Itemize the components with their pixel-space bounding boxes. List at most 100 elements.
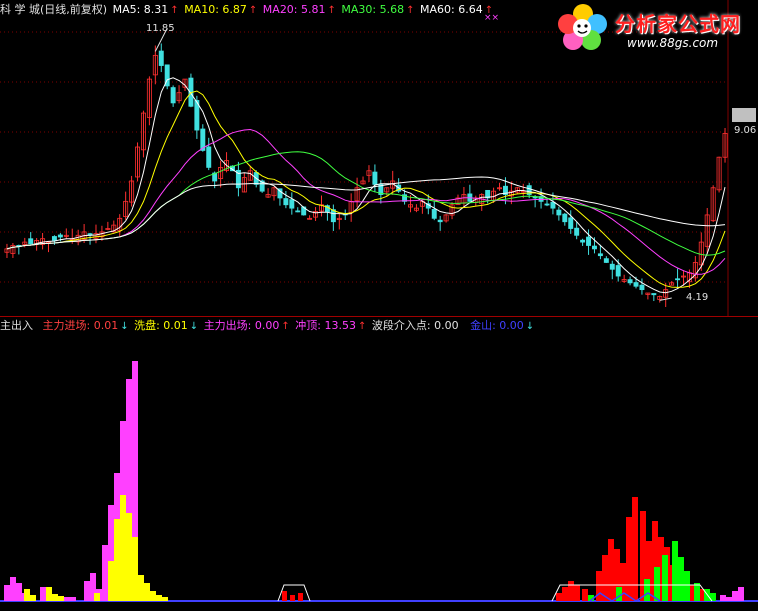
site-logo[interactable]: 分析家公式网 www.88gs.com <box>555 2 755 54</box>
xp-bar <box>126 513 132 601</box>
candle <box>586 236 592 246</box>
logo-url: www.88gs.com <box>627 36 719 50</box>
zljc-label: 主力进场: 0.01 <box>42 319 119 332</box>
cd-arrow-icon: ↑ <box>357 321 367 332</box>
candle <box>158 50 164 66</box>
ma20-line <box>6 128 726 275</box>
candle <box>372 171 378 185</box>
ma10-arrow-icon: ↑ <box>248 5 258 16</box>
cd-bar <box>282 591 287 601</box>
zljc-bar <box>726 597 732 601</box>
cd-bar <box>290 595 295 601</box>
stock-title: 科 学 城(日线,前复权) <box>0 3 108 16</box>
xp-bar <box>24 589 30 601</box>
cd-bar <box>298 593 303 601</box>
xp-bar <box>144 583 150 601</box>
candle <box>206 146 212 168</box>
ma5-line <box>6 77 726 294</box>
green-bar <box>662 555 668 601</box>
xp-bar <box>52 594 58 601</box>
js-arrow-icon: ↓ <box>525 321 535 332</box>
candle <box>597 253 603 257</box>
main-header: 科 学 城(日线,前复权) MA5: 8.31 ↑ MA10: 6.87 ↑ MA2… <box>0 2 495 18</box>
sub-header: 主出入 主力进场: 0.01 ↓ 洗盘: 0.01 ↓ 主力出场: 0.00 ↑ 冲顶… <box>0 318 536 334</box>
xp-bar <box>132 537 138 601</box>
candle <box>675 278 681 281</box>
xp-bar <box>114 519 120 601</box>
candle <box>51 236 57 241</box>
ma30-line <box>6 151 726 256</box>
candle <box>295 210 301 213</box>
candle <box>609 263 615 270</box>
xp-bar <box>94 593 100 601</box>
logo-title: 分析家公式网 <box>615 12 741 36</box>
candle <box>289 199 295 209</box>
indicator-chart <box>0 361 758 602</box>
zlcc-label: 主力出场: 0.00 <box>203 319 280 332</box>
zljc-bar <box>16 583 22 601</box>
last-price-label: 9.06 <box>734 125 757 136</box>
green-bar <box>672 541 678 601</box>
candle <box>28 238 34 245</box>
zljc-bar <box>10 577 16 601</box>
high-price-label: 11.85 <box>146 23 175 34</box>
xp-bar <box>120 495 126 601</box>
cd-bar <box>562 587 568 601</box>
xp-bar <box>108 561 114 601</box>
zlcc-arrow-icon: ↑ <box>281 321 290 332</box>
cd-bar <box>556 593 562 601</box>
low-price-label: 4.19 <box>686 292 709 303</box>
cd-bar <box>568 581 574 601</box>
candle <box>633 282 639 287</box>
candle <box>615 265 621 277</box>
zljc-bar <box>4 585 10 601</box>
ma20-label: MA20: 5.81 <box>262 3 326 16</box>
ma30-label: MA30: 5.68 <box>341 3 405 16</box>
xp-bar <box>46 587 52 601</box>
xp-bar <box>30 595 36 601</box>
zljc-bar <box>84 581 90 601</box>
ma10-label: MA10: 6.87 <box>184 3 247 16</box>
flower-logo-icon <box>558 4 607 50</box>
signal-marker: ×× <box>484 13 500 23</box>
zljc-bar <box>732 591 738 601</box>
cd-bar <box>596 571 602 601</box>
xp-bar <box>162 597 168 601</box>
xp-arrow-icon: ↓ <box>189 321 199 332</box>
candle <box>437 219 443 223</box>
zljc-bar <box>40 587 46 601</box>
candle <box>57 234 63 238</box>
zljc-bar <box>720 595 726 601</box>
cd-bar <box>608 539 614 601</box>
candle <box>283 198 289 206</box>
cd-label: 冲顶: 13.53 <box>295 319 356 332</box>
green-bar <box>684 571 690 601</box>
indicator-panel[interactable] <box>0 317 758 608</box>
ma60-label: MA60: 6.64 <box>420 3 483 16</box>
candle <box>580 239 586 243</box>
candle <box>568 217 574 229</box>
candle <box>627 279 633 284</box>
zljc-bar <box>64 597 70 601</box>
last-price-tag <box>732 108 756 122</box>
ma60-line <box>6 176 726 250</box>
candle <box>574 227 580 236</box>
ma20-arrow-icon: ↑ <box>327 5 336 16</box>
green-bar <box>644 579 650 601</box>
cd-bar <box>574 585 580 601</box>
ma5-label: MA5: 8.31 <box>112 3 169 16</box>
green-bar <box>654 567 660 601</box>
candle <box>550 201 556 209</box>
candle <box>544 203 550 206</box>
cd-bar <box>626 517 632 601</box>
zljc-bar <box>738 587 744 601</box>
ma5-arrow-icon: ↑ <box>170 5 179 16</box>
xp-bar <box>150 591 156 601</box>
green-bar <box>694 583 700 601</box>
bd-label: 波段介入点: 0.00 <box>371 319 459 332</box>
candle <box>556 209 562 216</box>
candle <box>651 293 657 296</box>
candle <box>591 245 597 250</box>
ma30-arrow-icon: ↑ <box>406 5 415 16</box>
candle <box>603 258 609 263</box>
